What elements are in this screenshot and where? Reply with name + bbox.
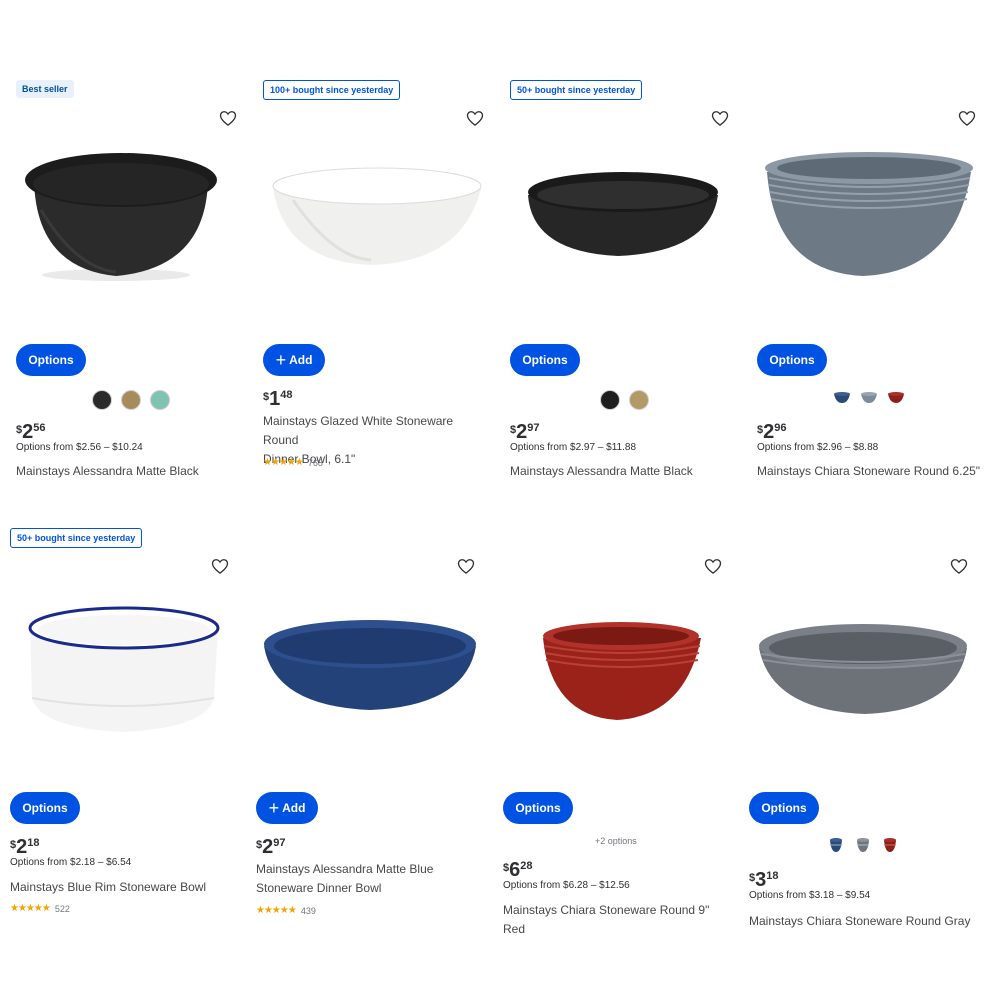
bought-since-yesterday-badge: 100+ bought since yesterday — [263, 80, 401, 100]
favorite-heart-icon[interactable] — [210, 556, 230, 576]
price: $2 97 — [510, 421, 540, 443]
product-image[interactable] — [16, 140, 246, 320]
product-title[interactable]: Mainstays Chiara Stoneware Round Gray — [749, 912, 974, 931]
product-card-3[interactable]: 50+ bought since yesterday Options $2 97 … — [510, 80, 740, 500]
rating: ★★★★★ 522 — [10, 903, 70, 914]
options-button[interactable]: Options — [757, 344, 827, 376]
product-image[interactable] — [256, 588, 486, 768]
options-button[interactable]: Options — [510, 344, 580, 376]
rating: ★★★★★ 439 — [256, 905, 316, 916]
swatch-tan[interactable] — [121, 390, 141, 410]
swatch-teal[interactable] — [150, 390, 170, 410]
product-image[interactable] — [757, 140, 987, 320]
price: $3 18 — [749, 869, 779, 891]
swatch-black[interactable] — [92, 390, 112, 410]
best-seller-badge: Best seller — [16, 80, 74, 98]
price: $2 18 — [10, 836, 40, 858]
swatch-blue-bowl[interactable] — [827, 836, 845, 854]
product-card-2[interactable]: 100+ bought since yesterday + Add $1 48 Ma… — [263, 80, 493, 500]
options-button[interactable]: Options — [16, 344, 86, 376]
rating: ★★★★★ 768 — [263, 457, 323, 468]
swatch-gray-bowl[interactable] — [860, 388, 878, 406]
options-button[interactable]: Options — [503, 792, 573, 824]
options-button[interactable]: Options — [749, 792, 819, 824]
product-image[interactable] — [263, 140, 493, 320]
favorite-heart-icon[interactable] — [465, 108, 485, 128]
plus-icon: + — [275, 350, 287, 370]
options-price-range: Options from $2.97 – $11.88 — [510, 442, 637, 453]
options-price-range: Options from $3.18 – $9.54 — [749, 890, 871, 901]
product-card-4[interactable]: Options $2 96 Options from $2.96 – $8.88 … — [757, 80, 987, 500]
color-swatches — [600, 390, 649, 410]
product-title[interactable]: Mainstays Chiara Stoneware Round 9" Red — [503, 901, 728, 939]
price: $6 28 — [503, 859, 533, 881]
swatch-gray-bowl[interactable] — [854, 836, 872, 854]
plus-icon: + — [268, 798, 280, 818]
star-rating-icon: ★★★★★ — [10, 903, 51, 914]
product-image[interactable] — [510, 140, 740, 320]
product-card-1[interactable]: Best seller Options $2 56 Options from $2… — [16, 80, 246, 500]
swatch-red-bowl[interactable] — [887, 388, 905, 406]
color-swatches — [92, 390, 170, 410]
add-to-cart-button[interactable]: + Add — [256, 792, 318, 824]
favorite-heart-icon[interactable] — [456, 556, 476, 576]
product-card-5[interactable]: 50+ bought since yesterday Options $2 18 … — [10, 528, 240, 948]
product-title[interactable]: Mainstays Alessandra Matte Black — [510, 462, 735, 481]
price: $2 97 — [256, 836, 286, 858]
swatch-blue-bowl[interactable] — [833, 388, 851, 406]
favorite-heart-icon[interactable] — [218, 108, 238, 128]
options-price-range: Options from $6.28 – $12.56 — [503, 880, 630, 891]
rating-count: 768 — [307, 457, 323, 468]
options-price-range: Options from $2.96 – $8.88 — [757, 442, 879, 453]
product-title[interactable]: Mainstays Chiara Stoneware Round 6.25" — [757, 462, 982, 481]
favorite-heart-icon[interactable] — [949, 556, 969, 576]
bought-since-yesterday-badge: 50+ bought since yesterday — [510, 80, 643, 100]
bowl-swatches — [833, 388, 905, 406]
rating-count: 439 — [300, 905, 316, 916]
product-title[interactable]: Mainstays Alessandra Matte Black — [16, 462, 241, 481]
product-image[interactable] — [749, 588, 979, 768]
product-image[interactable] — [10, 588, 240, 768]
options-price-range: Options from $2.56 – $10.24 — [16, 442, 143, 453]
price: $1 48 — [263, 388, 293, 410]
swatch-tan[interactable] — [629, 390, 649, 410]
options-button[interactable]: Options — [10, 792, 80, 824]
product-card-7[interactable]: Options +2 options $6 28 Options from $6.… — [503, 528, 733, 948]
star-rating-icon: ★★★★★ — [256, 905, 297, 916]
product-image[interactable] — [503, 588, 733, 768]
bowl-swatches — [827, 836, 899, 854]
product-title[interactable]: Mainstays Alessandra Matte Blue Stoneware… — [256, 860, 481, 898]
product-card-6[interactable]: + Add $2 97 Mainstays Alessandra Matte Blu… — [256, 528, 486, 948]
bought-since-yesterday-badge: 50+ bought since yesterday — [10, 528, 143, 548]
favorite-heart-icon[interactable] — [957, 108, 977, 128]
price: $2 96 — [757, 421, 787, 443]
product-title[interactable]: Mainstays Blue Rim Stoneware Bowl — [10, 878, 235, 897]
favorite-heart-icon[interactable] — [703, 556, 723, 576]
swatch-red-bowl[interactable] — [881, 836, 899, 854]
price: $2 56 — [16, 421, 46, 443]
more-options-text[interactable]: +2 options — [595, 836, 637, 846]
rating-count: 522 — [54, 903, 70, 914]
add-to-cart-button[interactable]: + Add — [263, 344, 325, 376]
product-card-8[interactable]: Options $3 18 Options from $3.18 – $9.54 … — [749, 528, 979, 948]
favorite-heart-icon[interactable] — [710, 108, 730, 128]
star-rating-icon: ★★★★★ — [263, 457, 304, 468]
swatch-black[interactable] — [600, 390, 620, 410]
options-price-range: Options from $2.18 – $6.54 — [10, 857, 132, 868]
